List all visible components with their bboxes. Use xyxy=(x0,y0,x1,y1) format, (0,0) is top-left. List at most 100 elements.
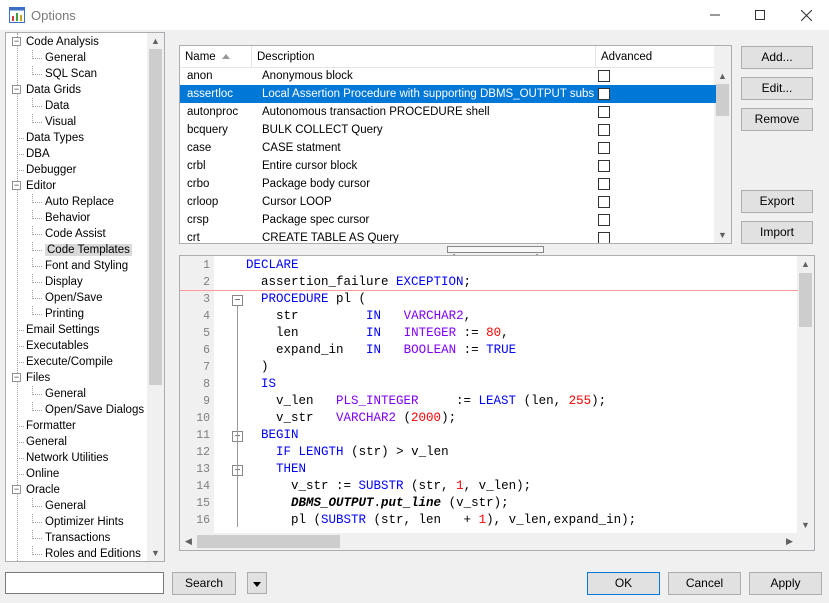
template-row[interactable]: anon Anonymous block xyxy=(180,67,716,85)
tree-item[interactable]: Executables xyxy=(26,338,89,354)
tree-connector xyxy=(32,514,33,523)
edit-button[interactable]: Edit... xyxy=(741,77,813,100)
apply-button[interactable]: Apply xyxy=(749,572,822,595)
template-row[interactable]: crsp Package spec cursor xyxy=(180,211,716,229)
tree-item[interactable]: Font and Styling xyxy=(45,258,128,274)
tree-item[interactable]: Data xyxy=(45,98,69,114)
tree-scroll-thumb[interactable] xyxy=(149,49,162,385)
advanced-checkbox[interactable] xyxy=(598,106,610,118)
remove-button[interactable]: Remove xyxy=(741,108,813,131)
tree-item[interactable]: Formatter xyxy=(26,418,76,434)
export-button[interactable]: Export xyxy=(741,190,813,213)
tree-item[interactable]: Display xyxy=(45,274,83,290)
tree-item[interactable]: Behavior xyxy=(45,210,90,226)
advanced-checkbox[interactable] xyxy=(598,124,610,136)
add-button[interactable]: Add... xyxy=(741,46,813,69)
tree-item[interactable]: Open/Save xyxy=(45,290,103,306)
scroll-down-arrow-icon[interactable]: ▼ xyxy=(714,227,731,243)
grid-scroll-thumb[interactable] xyxy=(716,84,729,116)
scroll-right-arrow-icon[interactable]: ▶ xyxy=(781,533,798,550)
tree-item[interactable]: Data Grids xyxy=(26,82,81,98)
advanced-checkbox[interactable] xyxy=(598,142,610,154)
template-row[interactable]: crt CREATE TABLE AS Query xyxy=(180,229,716,243)
code-fold-collapse-icon[interactable]: − xyxy=(232,295,243,306)
tree-item[interactable]: Oracle xyxy=(26,482,60,498)
template-row[interactable]: crbo Package body cursor xyxy=(180,175,716,193)
templates-grid[interactable]: Name Description Advanced ▲ ▼ anon Anonym… xyxy=(179,45,732,244)
options-tree[interactable]: ▲ ▼ Code Analysis − General SQL Scan Data Gr… xyxy=(5,32,165,562)
editor-hscroll-thumb[interactable] xyxy=(197,535,340,548)
editor-vscroll-thumb[interactable] xyxy=(799,273,812,327)
template-row[interactable]: autonproc Autonomous transaction PROCEDUR… xyxy=(180,103,716,121)
search-input[interactable] xyxy=(5,572,164,594)
tree-item[interactable]: Debugger xyxy=(26,162,77,178)
column-header-description[interactable]: Description xyxy=(252,46,596,68)
tree-item[interactable]: General xyxy=(45,386,86,402)
tree-item[interactable]: Code Analysis xyxy=(26,34,99,50)
tree-collapse-icon[interactable]: − xyxy=(12,85,21,94)
tree-item[interactable]: Files xyxy=(26,370,50,386)
tree-scrollbar[interactable]: ▲ ▼ xyxy=(147,33,164,561)
line-number: 15 xyxy=(196,497,210,510)
tree-item-label: Network Utilities xyxy=(26,452,109,464)
editor-vertical-scrollbar[interactable]: ▲ ▼ xyxy=(797,256,814,550)
advanced-checkbox[interactable] xyxy=(598,88,610,100)
scroll-down-arrow-icon[interactable]: ▼ xyxy=(797,517,814,533)
tree-collapse-icon[interactable]: − xyxy=(12,485,21,494)
tree-item[interactable]: Optimizer Hints xyxy=(45,514,124,530)
tree-item[interactable]: Network Utilities xyxy=(26,450,108,466)
ok-button[interactable]: OK xyxy=(587,572,660,595)
tree-item[interactable]: Email Settings xyxy=(26,322,100,338)
tree-item[interactable]: Code Assist xyxy=(45,226,106,242)
template-row[interactable]: crbl Entire cursor block xyxy=(180,157,716,175)
tree-item[interactable]: Open/Save Dialogs xyxy=(45,402,144,418)
advanced-checkbox[interactable] xyxy=(598,196,610,208)
tree-item[interactable]: Roles and Editions xyxy=(45,546,141,561)
cancel-button[interactable]: Cancel xyxy=(668,572,741,595)
column-header-advanced[interactable]: Advanced xyxy=(596,46,716,68)
template-row[interactable]: crloop Cursor LOOP xyxy=(180,193,716,211)
tree-item[interactable]: General xyxy=(45,50,86,66)
tree-item[interactable]: Transactions xyxy=(45,530,110,546)
tree-item[interactable]: Online xyxy=(26,466,59,482)
tree-collapse-icon[interactable]: − xyxy=(12,181,21,190)
tree-collapse-icon[interactable]: − xyxy=(12,37,21,46)
tree-item[interactable]: DBA xyxy=(26,146,50,162)
search-button[interactable]: Search xyxy=(172,572,236,595)
advanced-checkbox[interactable] xyxy=(598,214,610,226)
scroll-up-arrow-icon[interactable]: ▲ xyxy=(797,256,814,272)
scroll-left-arrow-icon[interactable]: ◀ xyxy=(180,533,197,550)
editor-horizontal-scrollbar[interactable]: ◀ ▶ xyxy=(180,533,798,550)
advanced-checkbox[interactable] xyxy=(598,160,610,172)
scroll-down-arrow-icon[interactable]: ▼ xyxy=(147,545,164,561)
import-button[interactable]: Import xyxy=(741,221,813,244)
tree-item[interactable]: SQL Scan xyxy=(45,66,97,82)
tree-item[interactable]: General xyxy=(45,498,86,514)
template-row[interactable]: bcquery BULK COLLECT Query xyxy=(180,121,716,139)
tree-item[interactable]: General xyxy=(26,434,67,450)
code-line: 4 str IN VARCHAR2, xyxy=(180,308,798,325)
tree-item[interactable]: Code Templates xyxy=(45,242,132,258)
template-code-editor[interactable]: ▲ ▼ ◀ ▶ 1 DECLARE 2 assertion_failure EXCE… xyxy=(179,255,815,551)
tree-collapse-icon[interactable]: − xyxy=(12,373,21,382)
scroll-up-arrow-icon[interactable]: ▲ xyxy=(714,68,731,84)
advanced-checkbox[interactable] xyxy=(598,232,610,243)
tree-item[interactable]: Visual xyxy=(45,114,76,130)
advanced-checkbox[interactable] xyxy=(598,70,610,82)
grid-scrollbar[interactable]: ▲ ▼ xyxy=(714,46,731,243)
search-options-dropdown[interactable] xyxy=(247,572,267,594)
scroll-up-arrow-icon[interactable]: ▲ xyxy=(147,33,164,49)
tree-item[interactable]: Printing xyxy=(45,306,84,322)
tree-item[interactable]: Data Types xyxy=(26,130,84,146)
minimize-button[interactable] xyxy=(692,0,738,30)
advanced-checkbox[interactable] xyxy=(598,178,610,190)
close-button[interactable] xyxy=(783,0,829,30)
tree-item[interactable]: Auto Replace xyxy=(45,194,114,210)
panel-splitter-handle[interactable] xyxy=(447,246,544,257)
tree-item[interactable]: Editor xyxy=(26,178,56,194)
tree-item[interactable]: Execute/Compile xyxy=(26,354,113,370)
column-header-name[interactable]: Name xyxy=(180,46,252,68)
template-row[interactable]: case CASE statment xyxy=(180,139,716,157)
maximize-button[interactable] xyxy=(737,0,783,30)
template-row[interactable]: assertloc Local Assertion Procedure with … xyxy=(180,85,716,103)
